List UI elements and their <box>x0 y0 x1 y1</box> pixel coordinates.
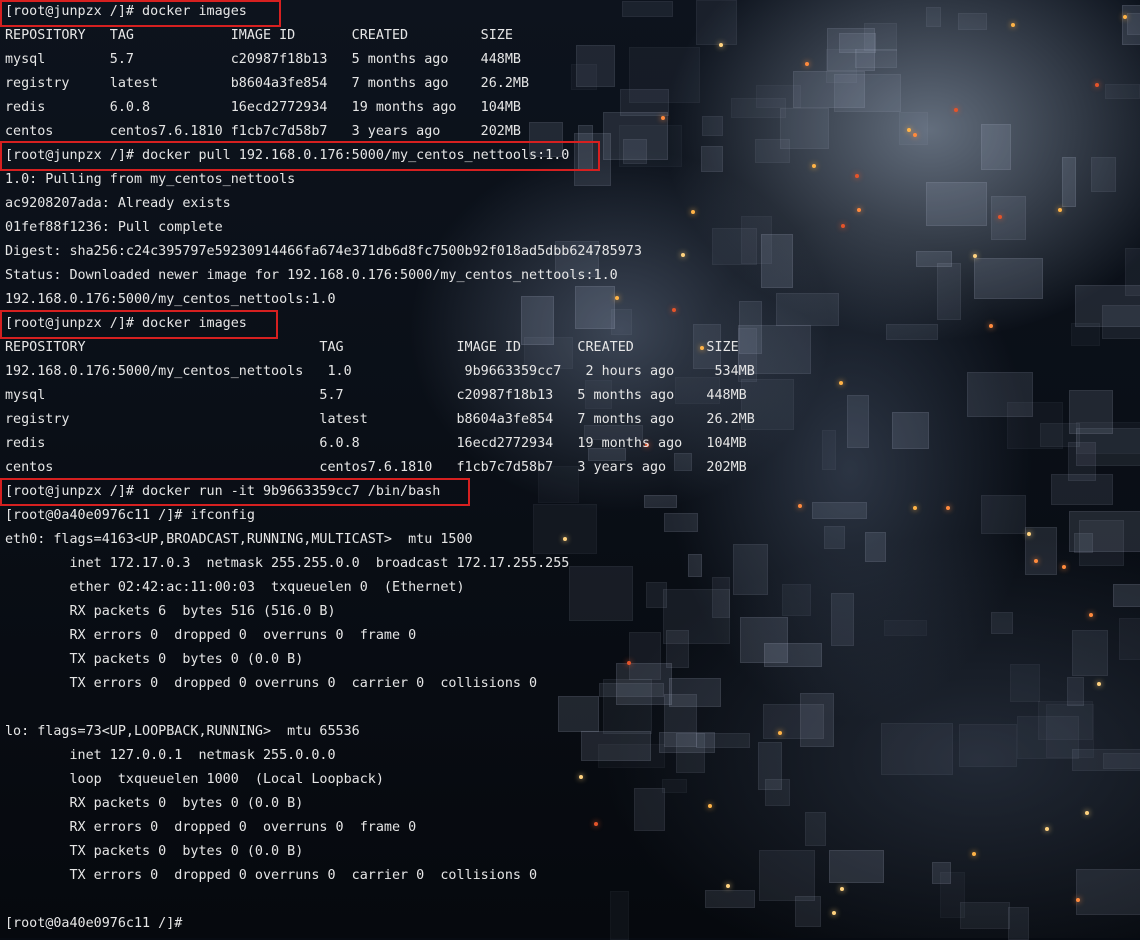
cmd-line-docker-images-2: [root@junpzx /]# docker images <box>5 316 247 331</box>
output-line: lo: flags=73<UP,LOOPBACK,RUNNING> mtu 65… <box>5 724 360 739</box>
output-line: ether 02:42:ac:11:00:03 txqueuelen 0 (Et… <box>5 580 465 595</box>
images-header: REPOSITORY TAG IMAGE ID CREATED SIZE <box>5 340 739 355</box>
cmd-line-ifconfig: [root@0a40e0976c11 /]# ifconfig <box>5 508 255 523</box>
images-row: registry latest b8604a3fe854 7 months ag… <box>5 76 530 91</box>
output-line: ac9208207ada: Already exists <box>5 196 231 211</box>
output-line: loop txqueuelen 1000 (Local Loopback) <box>5 772 384 787</box>
output-line: 192.168.0.176:5000/my_centos_nettools:1.… <box>5 292 336 307</box>
images-row: mysql 5.7 c20987f18b13 5 months ago 448M… <box>5 388 747 403</box>
images-row: mysql 5.7 c20987f18b13 5 months ago 448M… <box>5 52 521 67</box>
output-line: RX errors 0 dropped 0 overruns 0 frame 0 <box>5 820 417 835</box>
images-row: redis 6.0.8 16ecd2772934 19 months ago 1… <box>5 100 521 115</box>
output-line: RX packets 0 bytes 0 (0.0 B) <box>5 796 304 811</box>
output-line: Status: Downloaded newer image for 192.1… <box>5 268 618 283</box>
output-line: Digest: sha256:c24c395797e59230914466fa6… <box>5 244 642 259</box>
images-row: centos centos7.6.1810 f1cb7c7d58b7 3 yea… <box>5 460 747 475</box>
images-row: registry latest b8604a3fe854 7 months ag… <box>5 412 755 427</box>
output-line: 01fef88f1236: Pull complete <box>5 220 223 235</box>
output-line: eth0: flags=4163<UP,BROADCAST,RUNNING,MU… <box>5 532 473 547</box>
output-line: 1.0: Pulling from my_centos_nettools <box>5 172 296 187</box>
output-line: TX errors 0 dropped 0 overruns 0 carrier… <box>5 868 538 883</box>
output-line: RX packets 6 bytes 516 (516.0 B) <box>5 604 336 619</box>
images-row: 192.168.0.176:5000/my_centos_nettools 1.… <box>5 364 755 379</box>
cmd-line-docker-run: [root@junpzx /]# docker run -it 9b966335… <box>5 484 441 499</box>
output-line: RX errors 0 dropped 0 overruns 0 frame 0 <box>5 628 417 643</box>
output-line: TX errors 0 dropped 0 overruns 0 carrier… <box>5 676 538 691</box>
cmd-line-docker-images-1: [root@junpzx /]# docker images <box>5 4 247 19</box>
shell-prompt[interactable]: [root@0a40e0976c11 /]# <box>5 912 1135 936</box>
output-line: TX packets 0 bytes 0 (0.0 B) <box>5 844 304 859</box>
output-line: TX packets 0 bytes 0 (0.0 B) <box>5 652 304 667</box>
images-header: REPOSITORY TAG IMAGE ID CREATED SIZE <box>5 28 513 43</box>
images-row: redis 6.0.8 16ecd2772934 19 months ago 1… <box>5 436 747 451</box>
output-line: inet 172.17.0.3 netmask 255.255.0.0 broa… <box>5 556 570 571</box>
terminal-window[interactable]: [root@junpzx /]# docker images REPOSITOR… <box>0 0 1140 938</box>
output-line: inet 127.0.0.1 netmask 255.0.0.0 <box>5 748 336 763</box>
images-row: centos centos7.6.1810 f1cb7c7d58b7 3 yea… <box>5 124 521 139</box>
cmd-line-docker-pull: [root@junpzx /]# docker pull 192.168.0.1… <box>5 148 570 163</box>
